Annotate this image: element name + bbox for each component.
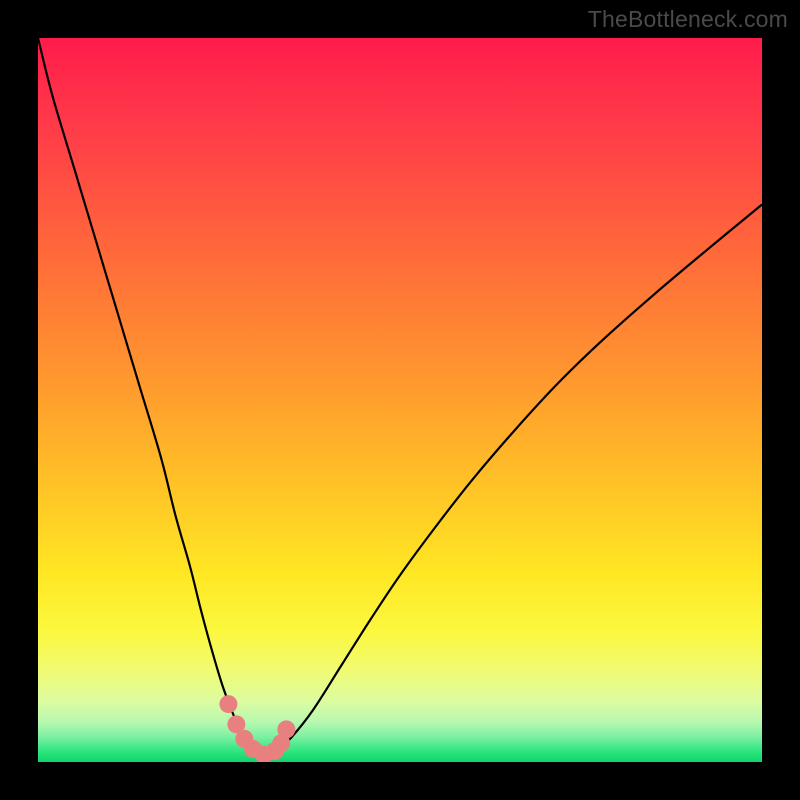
bottleneck-chart <box>38 38 762 762</box>
gradient-background <box>38 38 762 762</box>
watermark-text: TheBottleneck.com <box>588 6 788 33</box>
curve-marker <box>219 695 237 713</box>
plot-area <box>38 38 762 762</box>
chart-frame: TheBottleneck.com <box>0 0 800 800</box>
curve-marker <box>277 720 295 738</box>
